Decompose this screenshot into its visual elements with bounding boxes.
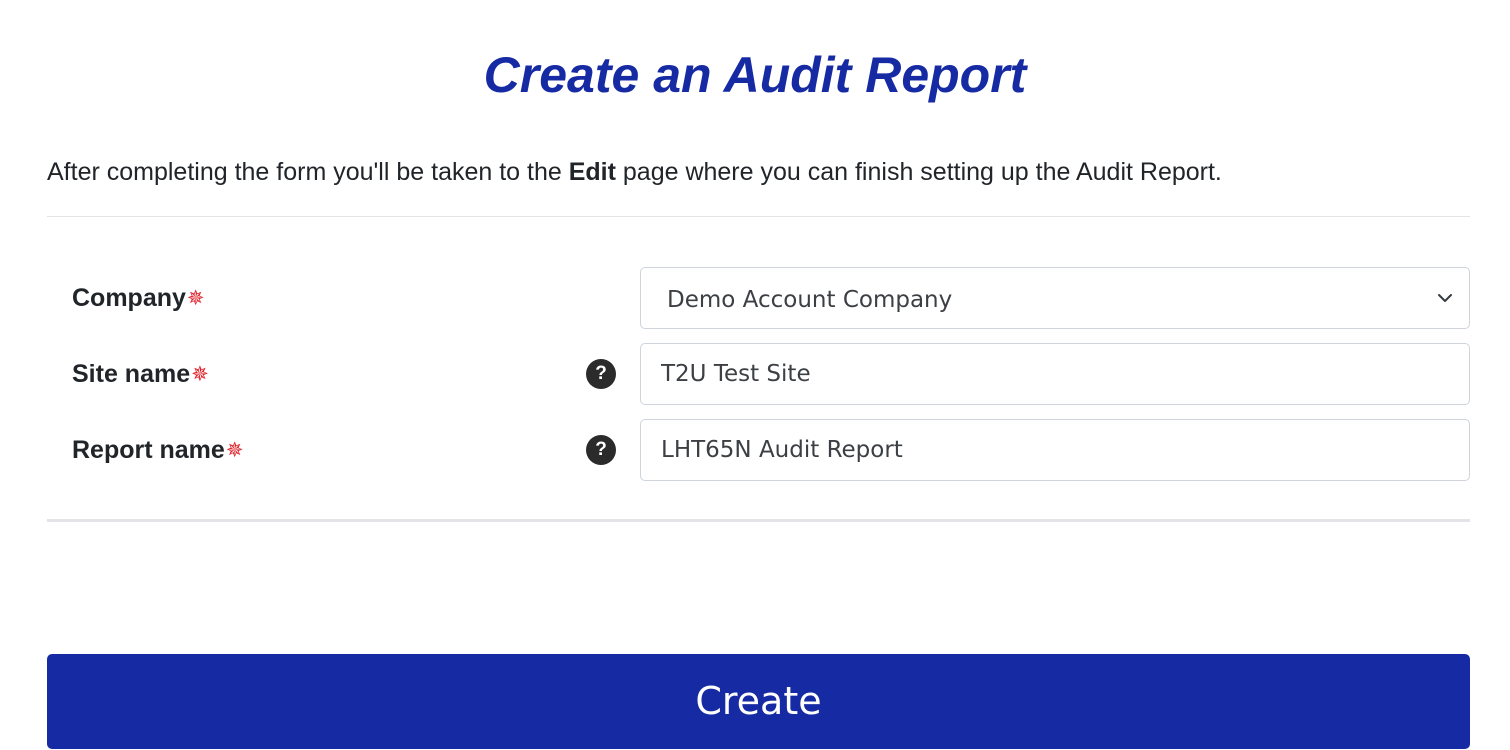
- company-select-value: Demo Account Company: [667, 287, 953, 313]
- bottom-divider: [47, 519, 1470, 522]
- intro-text-after: page where you can finish setting up the…: [615, 158, 1222, 186]
- intro-text: After completing the form you'll be take…: [47, 155, 1222, 189]
- report-name-label-text: Report name: [72, 436, 225, 464]
- site-name-input[interactable]: [641, 344, 1469, 404]
- create-button[interactable]: Create: [47, 654, 1470, 749]
- company-label: Company✵: [72, 267, 205, 329]
- site-name-label: Site name✵: [72, 343, 209, 405]
- required-asterisk-icon: ✵: [225, 439, 244, 462]
- create-audit-report-page: Create an Audit Report After completing …: [0, 0, 1510, 750]
- chevron-down-icon: [1438, 294, 1452, 302]
- page-title: Create an Audit Report: [483, 47, 1027, 103]
- report-name-help-icon[interactable]: ?: [586, 435, 616, 465]
- company-select[interactable]: Demo Account Company: [640, 267, 1470, 329]
- site-name-row: Site name✵ ?: [47, 343, 1470, 405]
- required-asterisk-icon: ✵: [191, 363, 209, 386]
- report-name-row: Report name✵ ?: [47, 419, 1470, 481]
- company-label-text: Company: [72, 284, 186, 312]
- site-name-help-icon[interactable]: ?: [586, 359, 616, 389]
- intro-text-before: After completing the form you'll be take…: [47, 158, 569, 186]
- intro-text-bold: Edit: [568, 158, 616, 186]
- report-name-label: Report name✵: [72, 419, 243, 481]
- site-name-label-text: Site name: [72, 360, 191, 388]
- site-name-field-box: [640, 343, 1470, 405]
- report-name-field-box: [640, 419, 1470, 481]
- report-name-input[interactable]: [641, 420, 1469, 480]
- top-divider: [47, 216, 1470, 217]
- company-row: Company✵ Demo Account Company: [47, 267, 1470, 329]
- required-asterisk-icon: ✵: [186, 287, 205, 310]
